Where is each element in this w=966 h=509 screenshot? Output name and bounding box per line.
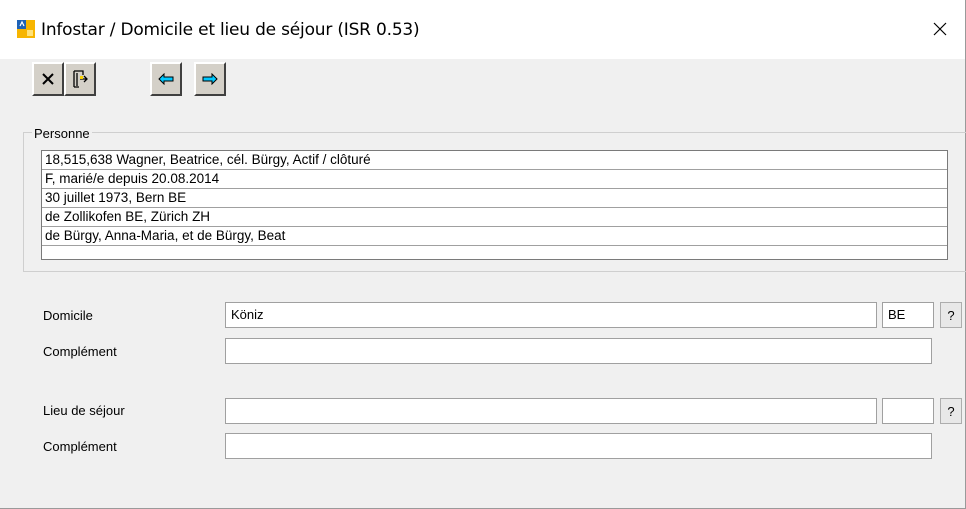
sejour-input[interactable]: [225, 398, 877, 424]
title-bar: Infostar / Domicile et lieu de séjour (I…: [0, 0, 965, 59]
sejour-help-button[interactable]: ?: [940, 398, 962, 424]
sejour-complement-input[interactable]: [225, 433, 932, 459]
arrow-right-icon: [202, 73, 218, 85]
next-button[interactable]: [194, 62, 226, 96]
arrow-left-icon: [158, 73, 174, 85]
close-button[interactable]: [925, 14, 955, 44]
list-item: de Bürgy, Anna-Maria, et de Bürgy, Beat: [42, 227, 947, 246]
person-info-list[interactable]: 18,515,638 Wagner, Beatrice, cél. Bürgy,…: [41, 150, 948, 260]
sejour-label: Lieu de séjour: [43, 403, 125, 418]
domicile-help-button[interactable]: ?: [940, 302, 962, 328]
list-item: F, marié/e depuis 20.08.2014: [42, 170, 947, 189]
close-icon: [933, 22, 947, 36]
x-mark-icon: [42, 73, 54, 85]
exit-door-icon: [73, 70, 88, 88]
exit-button[interactable]: [64, 62, 96, 96]
domicile-input[interactable]: Köniz: [225, 302, 877, 328]
delete-button[interactable]: [32, 62, 64, 96]
infostar-app-icon: [17, 20, 35, 38]
list-item: 30 juillet 1973, Bern BE: [42, 189, 947, 208]
domicile-complement-label: Complément: [43, 344, 117, 359]
personne-group-label: Personne: [32, 126, 92, 141]
list-item: de Zollikofen BE, Zürich ZH: [42, 208, 947, 227]
sejour-complement-label: Complément: [43, 439, 117, 454]
domicile-label: Domicile: [43, 308, 93, 323]
window-title: Infostar / Domicile et lieu de séjour (I…: [41, 20, 420, 40]
list-item: 18,515,638 Wagner, Beatrice, cél. Bürgy,…: [42, 151, 947, 170]
domicile-canton-input[interactable]: BE: [882, 302, 934, 328]
dialog-window: Infostar / Domicile et lieu de séjour (I…: [0, 0, 966, 509]
domicile-complement-input[interactable]: [225, 338, 932, 364]
sejour-canton-input[interactable]: [882, 398, 934, 424]
previous-button[interactable]: [150, 62, 182, 96]
